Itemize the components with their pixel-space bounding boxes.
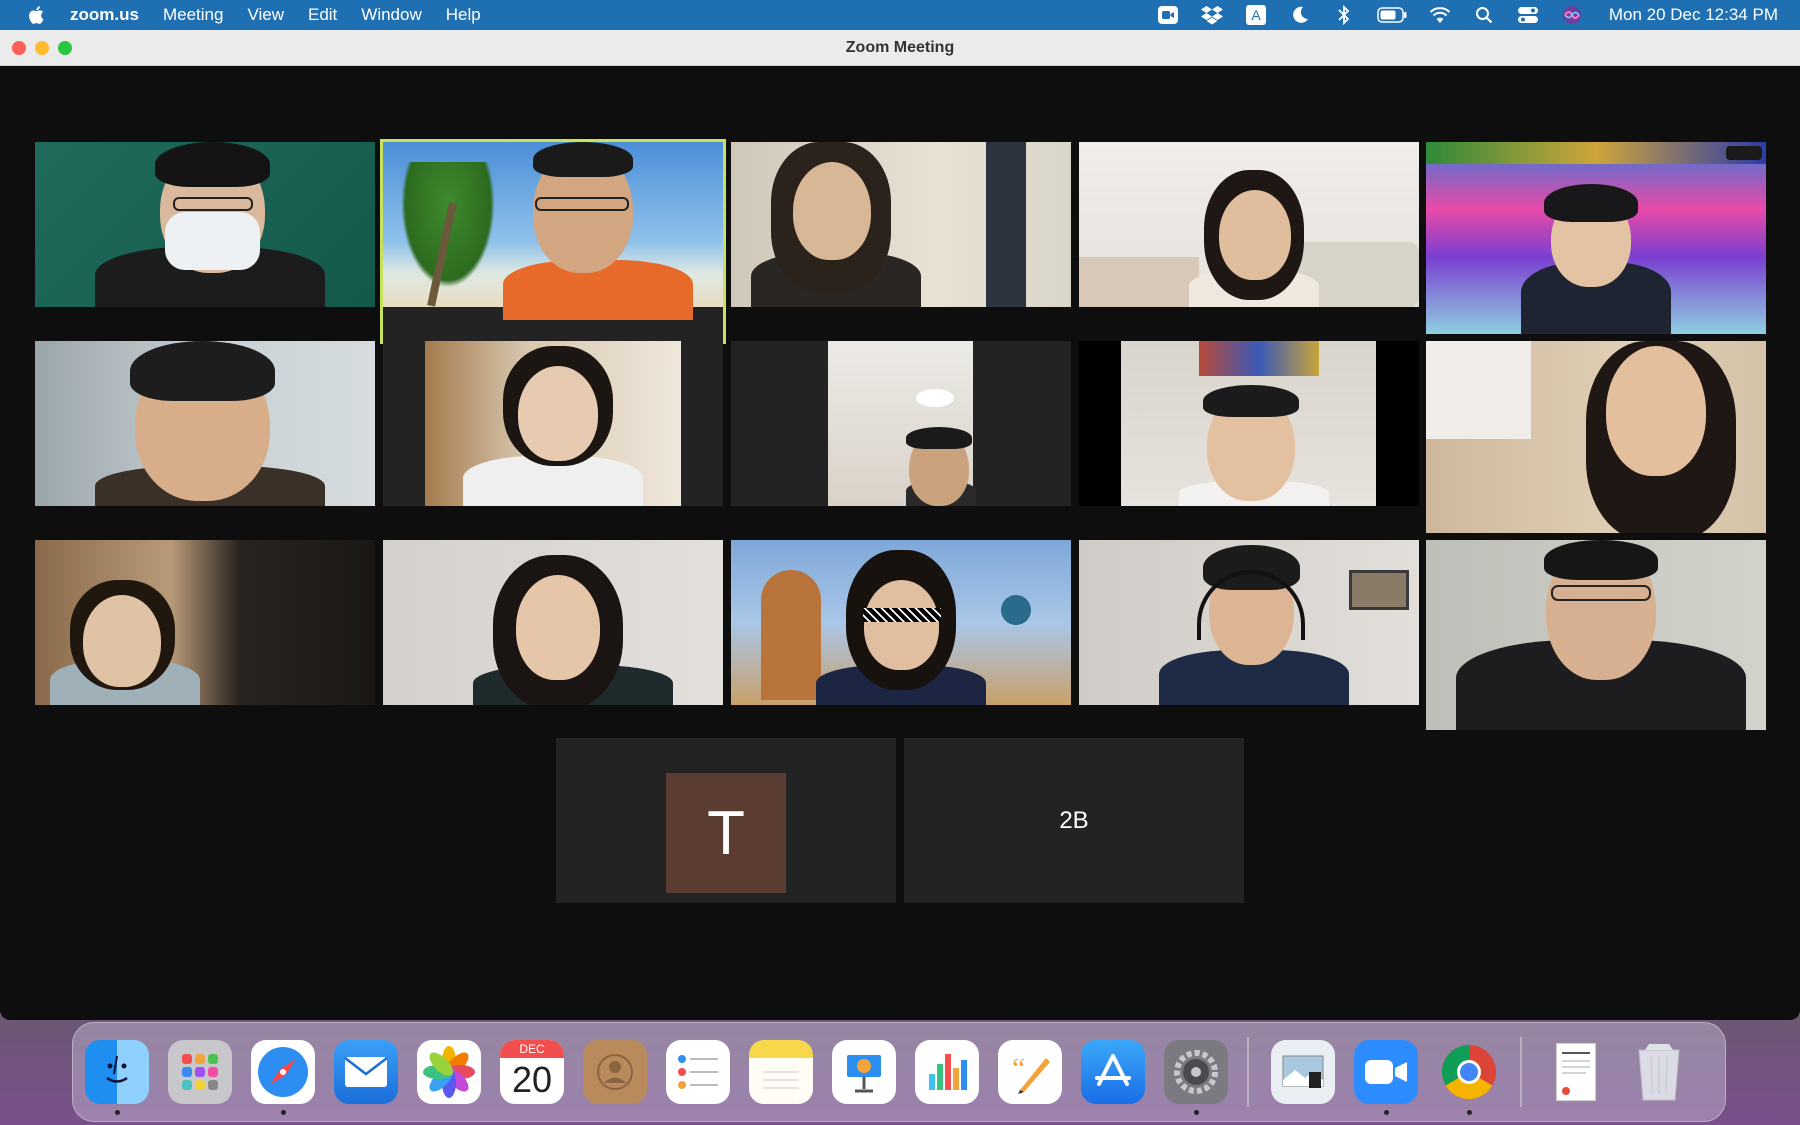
trash-icon[interactable] [1627, 1040, 1691, 1104]
participant-video [35, 142, 375, 307]
participant-video [35, 540, 375, 705]
input-source-icon[interactable]: A [1245, 5, 1267, 25]
dock-separator [1520, 1037, 1522, 1107]
participant-tile-2b[interactable]: 2B [904, 738, 1244, 903]
menubar-clock[interactable]: Mon 20 Dec 12:34 PM [1609, 5, 1778, 25]
minimize-window-button[interactable] [35, 41, 49, 55]
window-title: Zoom Meeting [845, 38, 955, 56]
bluetooth-icon[interactable] [1333, 5, 1355, 25]
participant-video-tile[interactable] [35, 341, 375, 506]
participant-video-tile[interactable] [1426, 341, 1766, 533]
menu-edit[interactable]: Edit [308, 5, 337, 25]
participant-video [1079, 142, 1419, 307]
safari-icon[interactable] [251, 1040, 315, 1115]
document-icon[interactable] [1544, 1040, 1608, 1104]
menu-meeting[interactable]: Meeting [163, 5, 223, 25]
input-source-letter: A [1251, 7, 1261, 23]
close-window-button[interactable] [12, 41, 26, 55]
participant-video [1426, 341, 1766, 533]
app-store-icon[interactable] [1081, 1040, 1145, 1104]
moon-icon[interactable] [1289, 5, 1311, 25]
wifi-icon[interactable] [1429, 5, 1451, 25]
participant-video [383, 540, 723, 705]
participant-video-tile[interactable] [731, 341, 1071, 506]
dropbox-icon[interactable] [1200, 5, 1223, 25]
mail-icon[interactable] [334, 1040, 398, 1104]
menu-window[interactable]: Window [361, 5, 421, 25]
launchpad-icon[interactable] [168, 1040, 232, 1104]
participant-avatar: T [666, 773, 786, 893]
control-center-icon[interactable] [1517, 5, 1539, 25]
menu-view[interactable]: View [247, 5, 284, 25]
keynote-icon[interactable] [832, 1040, 896, 1104]
participant-video-tile[interactable] [35, 540, 375, 705]
participant-video [35, 341, 375, 506]
participant-name: 2B [1059, 806, 1089, 834]
preview-icon[interactable] [1271, 1040, 1335, 1104]
system-preferences-icon[interactable] [1164, 1040, 1228, 1115]
siri-icon[interactable] [1561, 5, 1583, 25]
participant-video [731, 540, 1071, 705]
gallery-view: T 2B [0, 66, 1800, 1020]
zoom-window: Zoom Meeting T 2B [0, 30, 1800, 1020]
participant-video [1079, 540, 1419, 705]
zoom-icon[interactable] [1157, 5, 1179, 25]
participant-video [1079, 341, 1419, 506]
participant-video [731, 142, 1071, 307]
chrome-icon[interactable] [1437, 1040, 1501, 1115]
participant-video [383, 341, 723, 506]
calendar-day: 20 [511, 1059, 553, 1100]
pages-icon[interactable]: “ [998, 1040, 1062, 1104]
participant-video [1426, 540, 1766, 730]
calendar-icon[interactable]: DEC 20 [500, 1040, 564, 1104]
zoom-icon[interactable] [1354, 1040, 1418, 1115]
active-speaker-tile[interactable] [380, 139, 726, 344]
search-icon[interactable] [1473, 5, 1495, 25]
participant-video-tile[interactable] [1079, 142, 1419, 307]
svg-text:“: “ [1012, 1052, 1025, 1085]
participant-video-tile[interactable] [1426, 142, 1766, 334]
participant-video [731, 341, 1071, 506]
dock-separator [1247, 1037, 1249, 1107]
dock: DEC 20 “ [72, 1022, 1726, 1122]
participant-video-tile[interactable] [1079, 341, 1419, 506]
participant-video-tile[interactable] [731, 142, 1071, 307]
participant-video-tile[interactable] [1426, 540, 1766, 730]
battery-icon[interactable] [1377, 5, 1407, 25]
numbers-icon[interactable] [915, 1040, 979, 1104]
finder-icon[interactable] [85, 1040, 149, 1115]
window-controls [12, 41, 72, 55]
menu-bar: zoom.us Meeting View Edit Window Help A [0, 0, 1800, 30]
participant-video-tile[interactable] [35, 142, 375, 307]
photos-icon[interactable] [417, 1040, 481, 1104]
contacts-icon[interactable] [583, 1040, 647, 1104]
window-titlebar: Zoom Meeting [0, 30, 1800, 66]
calendar-month: DEC [500, 1040, 564, 1058]
status-area: A Mon 20 Dec 12:34 PM [1157, 5, 1800, 25]
participant-video [383, 142, 723, 320]
menu-help[interactable]: Help [446, 5, 481, 25]
participant-tile-t[interactable]: T [556, 738, 896, 903]
participant-video-tile[interactable] [383, 540, 723, 705]
reminders-icon[interactable] [666, 1040, 730, 1104]
fullscreen-window-button[interactable] [58, 41, 72, 55]
apple-icon[interactable] [26, 4, 48, 26]
menu-app-name[interactable]: zoom.us [70, 5, 139, 25]
participant-video-tile[interactable] [731, 540, 1071, 705]
participant-video-tile[interactable] [383, 341, 723, 506]
participant-video [1426, 142, 1766, 334]
participant-video-tile[interactable] [1079, 540, 1419, 705]
notes-icon[interactable] [749, 1040, 813, 1104]
